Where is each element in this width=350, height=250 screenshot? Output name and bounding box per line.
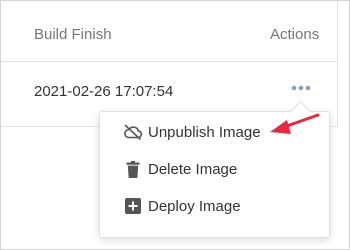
build-finish-cell: 2021-02-26 17:07:54 (34, 83, 174, 100)
column-header-actions: Actions (270, 26, 320, 43)
plus-square-icon (123, 196, 143, 216)
more-horizontal-icon[interactable] (291, 85, 311, 91)
header-divider (1, 61, 337, 62)
menu-item-deploy-image[interactable]: Deploy Image (100, 189, 329, 223)
column-header-build-finish[interactable]: Build Finish (34, 26, 112, 43)
menu-item-label: Deploy Image (148, 197, 241, 215)
menu-item-label: Unpublish Image (148, 123, 261, 141)
builds-table: Build Finish Actions 2021-02-26 17:07:54 (1, 1, 338, 127)
cloud-off-icon (123, 122, 143, 142)
row-actions-button[interactable] (290, 80, 312, 96)
menu-item-delete-image[interactable]: Delete Image (100, 152, 329, 186)
row-actions-menu: Unpublish Image Delete Image Deploy Imag… (99, 111, 330, 238)
trash-icon (123, 159, 143, 179)
menu-item-unpublish-image[interactable]: Unpublish Image (100, 115, 329, 149)
menu-item-label: Delete Image (148, 160, 238, 178)
